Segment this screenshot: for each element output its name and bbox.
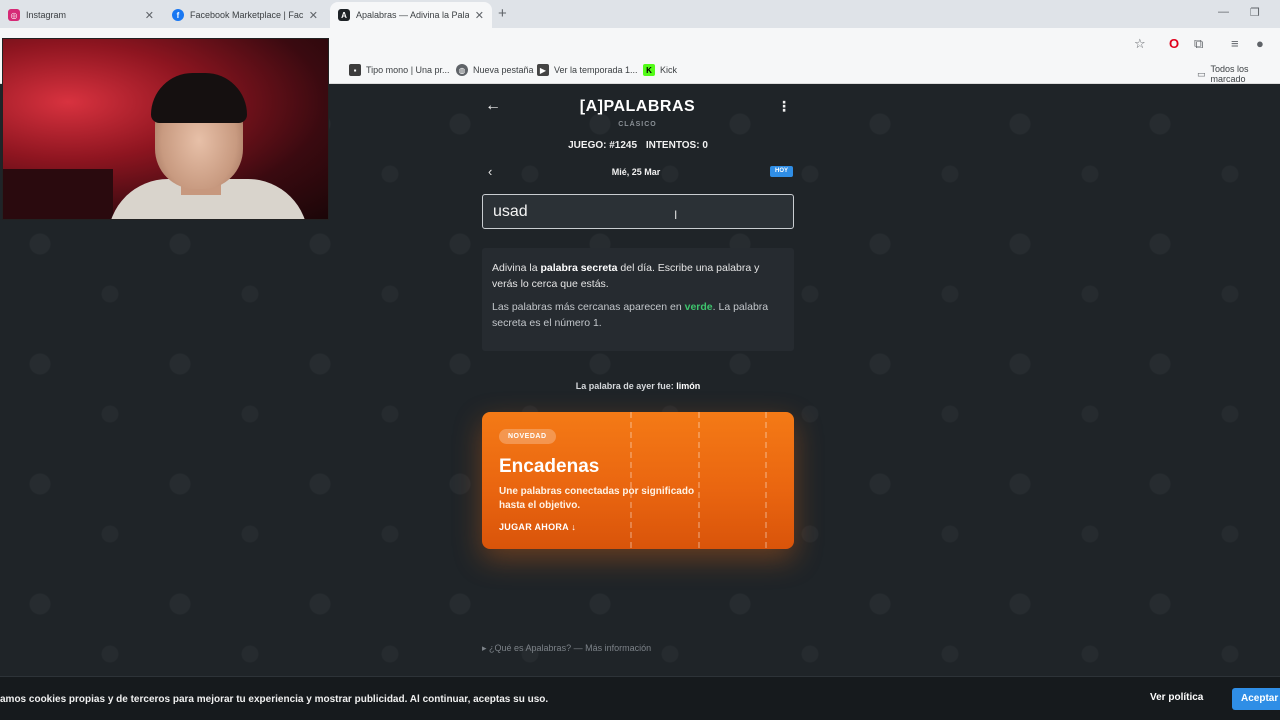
chain-decoration xyxy=(698,412,700,549)
close-icon[interactable]: ✕ xyxy=(309,9,318,22)
bookmark-nueva-pestana[interactable]: ◍ Nueva pestaña xyxy=(456,64,534,76)
tab-facebook-marketplace[interactable]: f Facebook Marketplace | Facebo ✕ xyxy=(164,2,326,28)
bookmark-label: Todos los marcado xyxy=(1210,64,1249,84)
facebook-icon: f xyxy=(172,9,184,21)
guess-input[interactable] xyxy=(482,194,794,229)
text-cursor-icon: I xyxy=(674,208,678,222)
tab-instagram[interactable]: ◎ Instagram ✕ xyxy=(0,2,162,28)
browser-tab-bar: ◎ Instagram ✕ f Facebook Marketplace | F… xyxy=(0,0,1280,28)
bookmark-label: Ver la temporada 1... xyxy=(554,65,638,75)
today-badge[interactable]: HOY xyxy=(770,166,793,177)
accept-cookies-button[interactable]: Aceptar xyxy=(1232,688,1280,710)
tab-title: Facebook Marketplace | Facebo xyxy=(190,10,303,20)
bookmark-label: Tipo mono | Una pr... xyxy=(366,65,450,75)
more-menu-icon[interactable]: ⋮ xyxy=(777,98,791,115)
media-icon[interactable]: ≡ xyxy=(1231,36,1239,51)
close-icon[interactable]: ✕ xyxy=(145,9,154,22)
cookie-banner: amos cookies propias y de terceros para … xyxy=(0,676,1280,720)
tab-apalabras[interactable]: A Apalabras — Adivina la Palabra ✕ xyxy=(330,2,492,28)
view-policy-link[interactable]: Ver política xyxy=(1150,692,1203,703)
bookmark-kick[interactable]: K Kick xyxy=(643,64,677,76)
maximize-icon[interactable]: ❐ xyxy=(1250,6,1260,19)
encadenas-promo-card[interactable]: NOVEDAD Encadenas Une palabras conectada… xyxy=(482,412,794,549)
bookmark-label: Kick xyxy=(660,65,678,75)
webcam-person-hair xyxy=(151,73,247,123)
tab-title: Instagram xyxy=(26,10,67,20)
promo-title: Encadenas xyxy=(499,456,600,477)
all-bookmarks[interactable]: ▭ Todos los marcado xyxy=(1197,64,1280,84)
video-icon: ▶ xyxy=(537,64,549,76)
yesterday-word: La palabra de ayer fue: limón xyxy=(575,381,701,391)
tipo-mono-icon: ▪ xyxy=(349,64,361,76)
extensions-icon[interactable]: ⧉ xyxy=(1194,36,1203,52)
kick-icon: K xyxy=(643,64,655,76)
instructions-box: Adivina la palabra secreta del día. Escr… xyxy=(482,248,794,351)
game-number: JUEGO: #1245 xyxy=(568,140,638,151)
apalabras-icon: A xyxy=(338,9,350,21)
instagram-icon: ◎ xyxy=(8,9,20,21)
profile-avatar-icon[interactable]: ● xyxy=(1256,36,1264,51)
tab-title: Apalabras — Adivina la Palabra xyxy=(356,10,469,20)
opera-icon[interactable]: O xyxy=(1169,36,1179,51)
cookie-text: amos cookies propias y de terceros para … xyxy=(0,694,549,705)
folder-icon: ▭ xyxy=(1197,68,1206,79)
novedad-badge: NOVEDAD xyxy=(499,429,556,444)
minimize-icon[interactable]: — xyxy=(1218,6,1229,18)
bookmark-tipo-mono[interactable]: ▪ Tipo mono | Una pr... xyxy=(349,64,450,76)
chain-decoration xyxy=(765,412,767,549)
more-info-link[interactable]: ▸ ¿Qué es Apalabras? — Más información xyxy=(482,643,651,654)
globe-icon: ◍ xyxy=(456,64,468,76)
bookmark-label: Nueva pestaña xyxy=(473,65,534,75)
instructions-paragraph-2: Las palabras más cercanas aparecen en ve… xyxy=(492,301,769,329)
close-icon[interactable]: ✕ xyxy=(475,9,484,22)
instructions-paragraph-1: Adivina la palabra secreta del día. Escr… xyxy=(492,262,760,290)
bookmark-ver-temporada[interactable]: ▶ Ver la temporada 1... xyxy=(537,64,638,76)
play-now-link[interactable]: JUGAR AHORA ↓ xyxy=(499,522,576,532)
attempts-count: INTENTOS: 0 xyxy=(645,140,708,151)
chain-decoration xyxy=(630,412,632,549)
promo-description: Une palabras conectadas por significado … xyxy=(499,486,695,511)
webcam-overlay xyxy=(2,38,329,220)
webcam-background xyxy=(3,169,113,219)
new-tab-icon[interactable]: + xyxy=(498,5,507,22)
star-icon[interactable]: ☆ xyxy=(1134,36,1146,52)
address-bar[interactable] xyxy=(335,32,1125,56)
